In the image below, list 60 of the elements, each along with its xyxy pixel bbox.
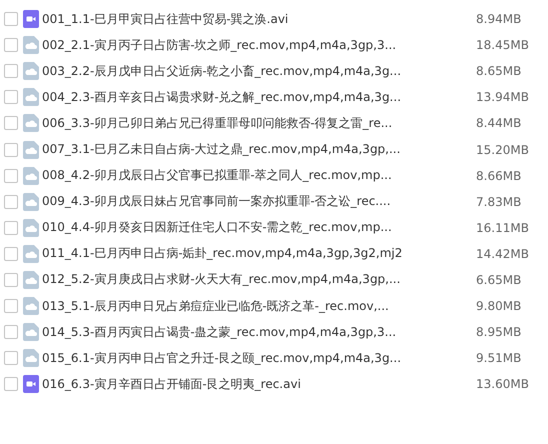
file-size: 8.65MB bbox=[476, 64, 522, 78]
cloud-file-icon bbox=[23, 270, 39, 289]
cloud-file-icon bbox=[23, 114, 39, 132]
file-size: 8.66MB bbox=[476, 168, 522, 183]
checkbox[interactable] bbox=[4, 194, 18, 209]
checkbox[interactable] bbox=[4, 116, 18, 130]
checkbox[interactable] bbox=[4, 272, 18, 287]
cloud-file-icon bbox=[23, 166, 39, 185]
file-size: 15.20MB bbox=[476, 142, 529, 157]
checkbox[interactable] bbox=[4, 246, 18, 261]
file-name[interactable]: 001_1.1-巳月甲寅日占往营中贸易-巽之涣.avi bbox=[42, 10, 472, 28]
checkbox[interactable] bbox=[4, 38, 18, 52]
cloud-file-icon bbox=[23, 140, 39, 159]
video-file-icon bbox=[23, 10, 39, 28]
checkbox[interactable] bbox=[4, 299, 18, 314]
file-name[interactable]: 006_3.3-卯月己卯日弟占兄已得重罪母叩问能救否-得复之雷_re... bbox=[42, 114, 472, 132]
file-size: 13.60MB bbox=[476, 377, 529, 392]
checkbox[interactable] bbox=[4, 220, 18, 235]
checkbox[interactable] bbox=[4, 351, 18, 366]
file-name[interactable]: 013_5.1-辰月丙申日兄占弟痘症业已临危-既济之革-_rec.mov,... bbox=[42, 298, 472, 315]
file-name[interactable]: 009_4.3-卯月戊辰日妹占兄官事同前一案亦拟重罪-否之讼_rec.... bbox=[42, 193, 472, 210]
file-name[interactable]: 008_4.2-卯月戊辰日占父官事已拟重罪-萃之同人_rec.mov,mp... bbox=[42, 167, 472, 184]
cloud-file-icon bbox=[23, 36, 39, 54]
checkbox[interactable] bbox=[4, 64, 18, 78]
file-size: 6.65MB bbox=[476, 272, 522, 287]
file-name[interactable]: 016_6.3-寅月辛酉日占开铺面-艮之明夷_rec.avi bbox=[42, 376, 472, 393]
file-name[interactable]: 015_6.1-寅月丙申日占官之升迁-艮之颐_rec.mov,mp4,m4a,3g... bbox=[42, 350, 472, 367]
file-size: 8.44MB bbox=[476, 116, 522, 130]
checkbox[interactable] bbox=[4, 142, 18, 157]
file-name[interactable]: 012_5.2-寅月庚戌日占求财-火天大有_rec.mov,mp4,m4a,3gp,... bbox=[42, 271, 472, 288]
checkbox[interactable] bbox=[4, 325, 18, 340]
file-size: 8.94MB bbox=[476, 12, 522, 26]
video-file-icon bbox=[23, 375, 39, 394]
checkbox[interactable] bbox=[4, 12, 18, 26]
cloud-file-icon bbox=[23, 349, 39, 368]
checkbox[interactable] bbox=[4, 168, 18, 183]
cloud-file-icon bbox=[23, 297, 39, 316]
cloud-file-icon bbox=[23, 244, 39, 263]
cloud-file-icon bbox=[23, 323, 39, 342]
file-name[interactable]: 002_2.1-寅月丙子日占防害-坎之师_rec.mov,mp4,m4a,3gp,3... bbox=[42, 36, 472, 54]
checkbox[interactable] bbox=[4, 377, 18, 392]
file-name[interactable]: 007_3.1-巳月乙未日自占病-大过之鼎_rec.mov,mp4,m4a,3gp,... bbox=[42, 141, 472, 158]
checkbox[interactable] bbox=[4, 90, 18, 104]
file-size: 8.95MB bbox=[476, 325, 522, 340]
file-name[interactable]: 004_2.3-酉月辛亥日占谒贵求财-兑之解_rec.mov,mp4,m4a,3g... bbox=[42, 88, 472, 106]
file-size: 13.94MB bbox=[476, 90, 529, 104]
file-size: 16.11MB bbox=[476, 220, 529, 235]
cloud-file-icon bbox=[23, 88, 39, 106]
file-size: 7.83MB bbox=[476, 194, 522, 209]
file-size: 14.42MB bbox=[476, 246, 529, 261]
cloud-file-icon bbox=[23, 62, 39, 80]
file-size: 18.45MB bbox=[476, 38, 529, 52]
file-size: 9.80MB bbox=[476, 299, 522, 314]
file-name[interactable]: 010_4.4-卯月癸亥日因新迁住宅人口不安-需之乾_rec.mov,mp... bbox=[42, 219, 472, 236]
file-name[interactable]: 014_5.3-酉月丙寅日占谒贵-蛊之蒙_rec.mov,mp4,m4a,3gp,3... bbox=[42, 324, 472, 341]
file-name[interactable]: 011_4.1-巳月丙申日占病-姤卦_rec.mov,mp4,m4a,3gp,3g2,mj2 bbox=[42, 245, 472, 262]
cloud-file-icon bbox=[23, 218, 39, 237]
cloud-file-icon bbox=[23, 192, 39, 211]
file-name[interactable]: 003_2.2-辰月戊申日占父近病-乾之小畜_rec.mov,mp4,m4a,3g... bbox=[42, 62, 472, 80]
file-size: 9.51MB bbox=[476, 351, 522, 366]
